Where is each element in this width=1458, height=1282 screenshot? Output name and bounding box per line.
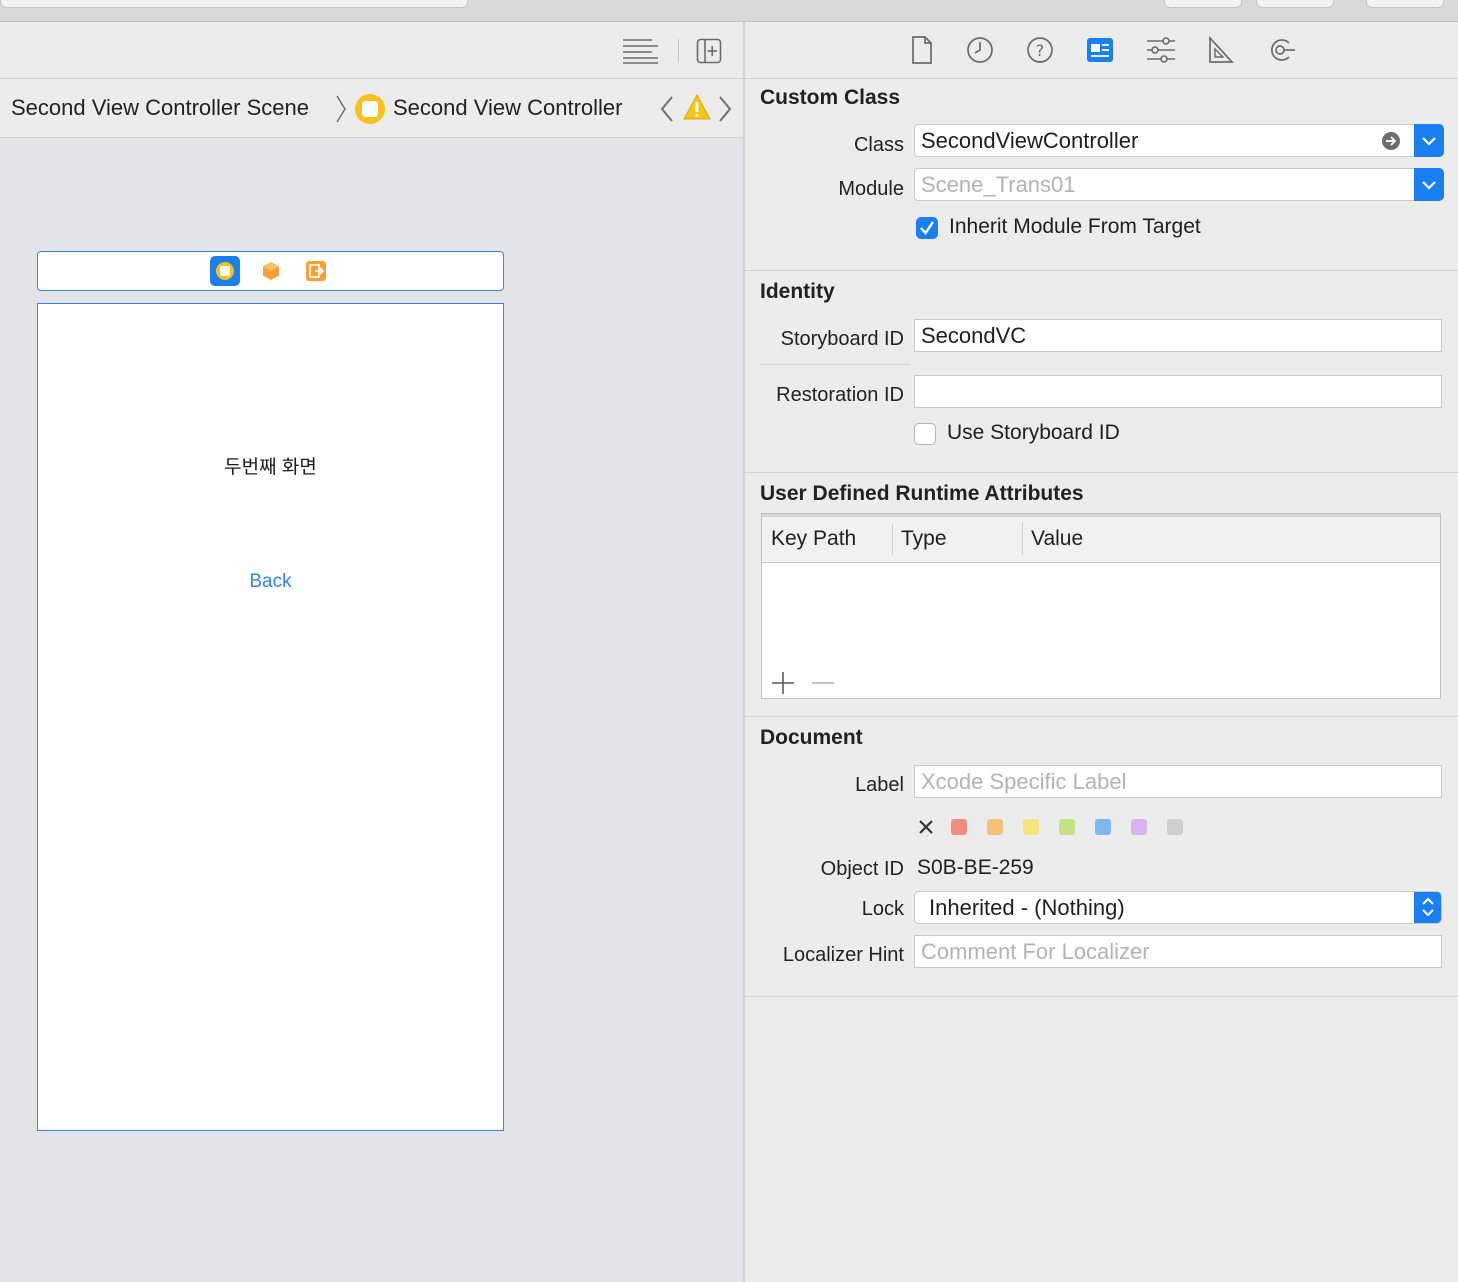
color-swatch-orange[interactable] [987,819,1003,835]
back-button[interactable]: Back [38,571,503,593]
chevron-right-nav-icon[interactable] [717,95,733,123]
clear-color-icon[interactable] [918,819,934,835]
section-divider [745,270,1458,271]
localizer-hint-label: Localizer Hint [782,944,904,966]
class-value: SecondViewController [921,128,1139,153]
label-color-picker [914,816,1194,838]
document-label-label: Label [855,774,904,796]
toolbar-button[interactable] [1366,0,1444,8]
module-label: Module [838,178,904,200]
toolbar-divider [678,39,679,63]
lock-popup[interactable]: Inherited - (Nothing) [914,891,1442,924]
class-label: Class [853,134,904,156]
toolbar-button[interactable] [1256,0,1334,8]
scene-dock[interactable] [37,251,504,291]
table-header: Key Path Type Value [762,514,1440,563]
exit-icon[interactable] [306,261,326,281]
view-controller-icon [355,94,385,124]
class-field[interactable]: SecondViewController [914,124,1416,157]
inherit-module-checkbox[interactable] [916,217,938,239]
color-swatch-gray[interactable] [1167,819,1183,835]
color-swatch-red[interactable] [951,819,967,835]
breadcrumb-scene[interactable]: Second View Controller Scene [11,95,309,121]
lock-value: Inherited - (Nothing) [929,895,1125,920]
section-divider [745,716,1458,717]
remove-attribute-icon[interactable] [811,671,835,695]
object-id-value: S0B-BE-259 [917,856,1034,879]
identity-inspector-icon[interactable] [1086,37,1114,63]
view-controller-dock-icon[interactable] [210,256,240,286]
color-swatch-blue[interactable] [1095,819,1111,835]
attributes-inspector-icon[interactable] [1146,36,1176,64]
lock-stepper[interactable] [1414,892,1441,923]
restoration-id-label: Restoration ID [776,384,904,406]
editor-options-icon[interactable] [622,37,660,65]
color-swatch-yellow[interactable] [1023,819,1039,835]
svg-text:?: ? [1036,41,1045,60]
row-divider [760,364,910,365]
column-key-path[interactable]: Key Path [771,527,856,551]
inspector-tabs: ? [745,22,1458,79]
storyboard-id-label: Storyboard ID [780,328,904,350]
help-inspector-icon[interactable]: ? [1026,36,1054,64]
runtime-attributes-title: User Defined Runtime Attributes [760,482,1084,505]
scene-view[interactable]: 두번째 화면 Back [37,303,504,1131]
section-divider [745,472,1458,473]
section-divider [745,996,1458,997]
storyboard-id-field[interactable]: SecondVC [914,319,1442,352]
first-responder-icon[interactable] [261,261,281,281]
warning-icon[interactable] [683,93,711,121]
lock-label: Lock [861,898,904,920]
go-to-class-icon[interactable] [1381,131,1401,151]
chevron-down-icon [1422,137,1436,146]
editor-toolbar [0,22,743,79]
chevron-right-icon [336,95,346,123]
column-value[interactable]: Value [1031,527,1083,551]
object-id-label: Object ID [820,858,904,880]
localizer-hint-field[interactable]: Comment For Localizer [914,935,1442,968]
chevron-down-icon [1422,181,1436,190]
color-swatch-green[interactable] [1059,819,1075,835]
runtime-attributes-table[interactable]: Key Path Type Value [761,513,1441,699]
document-title: Document [760,726,863,749]
toolbar-segment[interactable] [0,0,468,8]
class-dropdown-button[interactable] [1414,124,1444,157]
history-inspector-icon[interactable] [966,36,994,64]
toolbar-button[interactable] [1164,0,1242,8]
inherit-module-label[interactable]: Inherit Module From Target [949,215,1201,239]
column-divider [1022,523,1023,555]
jump-bar: Second View Controller Scene Second View… [0,79,743,138]
use-storyboard-id-label[interactable]: Use Storyboard ID [947,421,1120,445]
scene-title-label[interactable]: 두번째 화면 [38,452,503,479]
custom-class-title: Custom Class [760,86,901,109]
module-dropdown-button[interactable] [1414,168,1444,201]
module-field[interactable]: Scene_Trans01 [914,168,1416,201]
file-inspector-icon[interactable] [911,36,933,64]
column-divider [892,523,893,555]
up-down-chevron-icon [1422,897,1434,917]
chevron-left-icon[interactable] [659,95,675,123]
use-storyboard-id-checkbox[interactable] [914,423,936,445]
color-swatch-purple[interactable] [1131,819,1147,835]
column-type[interactable]: Type [901,527,947,551]
add-attribute-icon[interactable] [771,671,795,695]
add-editor-icon[interactable] [696,38,722,64]
identity-title: Identity [760,280,835,303]
connections-inspector-icon[interactable] [1267,36,1297,64]
breadcrumb-controller[interactable]: Second View Controller [393,95,623,121]
size-inspector-icon[interactable] [1208,36,1234,64]
document-label-field[interactable]: Xcode Specific Label [914,765,1442,798]
restoration-id-field[interactable] [914,375,1442,408]
checkmark-icon [920,221,934,235]
